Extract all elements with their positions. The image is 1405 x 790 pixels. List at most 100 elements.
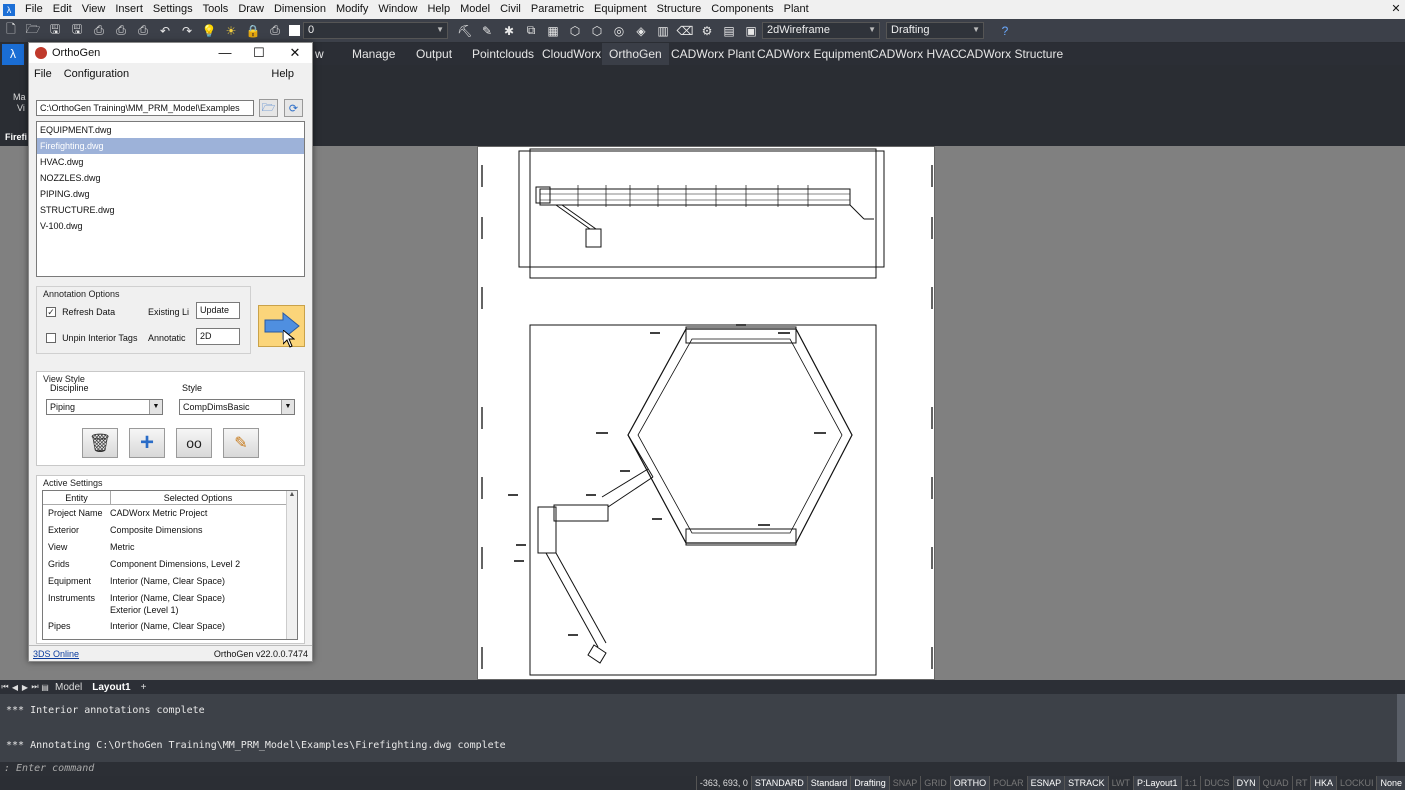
list-item[interactable]: HVAC.dwg — [37, 154, 304, 170]
tab-model[interactable]: Model — [50, 682, 87, 693]
menu-insert[interactable]: Insert — [110, 0, 148, 19]
window-close-icon[interactable]: ✕ — [1387, 0, 1405, 18]
folder-path-input[interactable]: C:\OrthoGen Training\MM_PRM_Model\Exampl… — [36, 100, 254, 116]
run-annotation-button[interactable] — [258, 305, 305, 347]
view-style-button[interactable]: oo — [176, 428, 212, 458]
status-none[interactable]: None — [1376, 776, 1405, 790]
status-ortho[interactable]: ORTHO — [949, 776, 990, 790]
unpin-interior-tags-checkbox[interactable]: Unpin Interior Tags — [46, 332, 137, 344]
status-esnap[interactable]: ESNAP — [1026, 776, 1065, 790]
add-style-button[interactable]: + — [129, 428, 165, 458]
match-properties-icon[interactable]: ⛏ — [456, 22, 474, 40]
menu-settings[interactable]: Settings — [148, 0, 198, 19]
menu-window[interactable]: Window — [373, 0, 422, 19]
command-scrollbar[interactable] — [1397, 694, 1405, 762]
menu-structure[interactable]: Structure — [652, 0, 707, 19]
discipline-select[interactable]: Piping ▼ — [46, 399, 163, 415]
tab-manage[interactable]: Manage — [345, 43, 402, 65]
tab-output[interactable]: Output — [409, 43, 459, 65]
status-rt[interactable]: RT — [1291, 776, 1311, 790]
list-item[interactable]: PIPING.dwg — [37, 186, 304, 202]
og-menu-configuration[interactable]: Configuration — [64, 68, 129, 80]
tab-cadworx-plant[interactable]: CADWorx Plant — [664, 43, 762, 65]
list-item[interactable]: V-100.dwg — [37, 218, 304, 234]
render-icon[interactable]: ◈ — [632, 22, 650, 40]
layer-bulb-icon[interactable]: 💡 — [200, 22, 218, 40]
layer-lock-icon[interactable]: 🔒 — [244, 22, 262, 40]
app-logo-icon[interactable]: λ — [3, 3, 15, 16]
save-icon[interactable]: 🖫 — [46, 22, 64, 40]
block-icon[interactable]: ▦ — [544, 22, 562, 40]
list-item-selected[interactable]: Firefighting.dwg — [37, 138, 304, 154]
list-item[interactable]: EQUIPMENT.dwg — [37, 122, 304, 138]
status-dim-style[interactable]: Standard — [806, 776, 851, 790]
scroll-up-icon[interactable]: ▲ — [287, 491, 297, 498]
checkbox-unchecked[interactable] — [46, 333, 56, 344]
menu-edit[interactable]: Edit — [48, 0, 77, 19]
status-polar[interactable]: POLAR — [989, 776, 1027, 790]
og-menu-help[interactable]: Help — [271, 68, 294, 80]
add-layout-button[interactable]: + — [136, 682, 152, 693]
menu-view[interactable]: View — [77, 0, 111, 19]
edit-style-button[interactable]: ✎ — [223, 428, 259, 458]
menu-modify[interactable]: Modify — [331, 0, 373, 19]
tab-orthogen[interactable]: OrthoGen — [602, 43, 669, 65]
menu-tools[interactable]: Tools — [198, 0, 234, 19]
visual-style-combo[interactable]: 2dWireframe ▼ — [762, 22, 880, 39]
menu-file[interactable]: File — [20, 0, 48, 19]
sheet-icon[interactable]: ▥ — [654, 22, 672, 40]
maximize-icon[interactable]: ☐ — [249, 45, 269, 61]
menu-parametric[interactable]: Parametric — [526, 0, 589, 19]
menu-draw[interactable]: Draw — [233, 0, 269, 19]
og-menu-file[interactable]: File — [34, 68, 52, 80]
browse-folder-icon[interactable]: 🗁 — [259, 99, 278, 117]
undo-icon[interactable]: ↶ — [156, 22, 174, 40]
status-workspace[interactable]: Drafting — [850, 776, 889, 790]
layer-print-icon[interactable]: ⎙ — [266, 22, 284, 40]
status-scale[interactable]: 1:1 — [1180, 776, 1201, 790]
measure-icon[interactable]: ✎ — [478, 22, 496, 40]
checkbox-checked[interactable]: ✓ — [46, 307, 56, 318]
menu-civil[interactable]: Civil — [495, 0, 526, 19]
prev-tab-icon[interactable]: ◀ — [10, 683, 20, 692]
workspace-combo[interactable]: Drafting ▼ — [886, 22, 984, 39]
menu-dimension[interactable]: Dimension — [269, 0, 331, 19]
shade-icon[interactable]: ◎ — [610, 22, 628, 40]
status-lockui[interactable]: LOCKUI — [1335, 776, 1377, 790]
cube-alt-icon[interactable]: ⬡ — [588, 22, 606, 40]
status-ducs[interactable]: DUCS — [1200, 776, 1233, 790]
publish-icon[interactable]: ⎙ — [134, 22, 152, 40]
tab-cadworx-equipment[interactable]: CADWorx Equipment — [750, 43, 878, 65]
open-file-icon[interactable]: 🗁 — [24, 22, 42, 40]
annotation-type-field[interactable]: 2D — [196, 328, 240, 345]
status-hka[interactable]: HKA — [1310, 776, 1336, 790]
tab-list-icon[interactable]: ▤ — [40, 683, 50, 692]
status-snap[interactable]: SNAP — [888, 776, 921, 790]
tab-cloudworx[interactable]: CloudWorx — [535, 43, 608, 65]
settings-scrollbar[interactable]: ▲ — [286, 491, 297, 639]
menu-help[interactable]: Help — [422, 0, 455, 19]
new-file-icon[interactable]: 🗋 — [2, 22, 20, 40]
tab-layout1[interactable]: Layout1 — [87, 682, 135, 693]
command-input[interactable]: : Enter command — [0, 762, 1405, 776]
minimize-icon[interactable]: — — [215, 45, 235, 60]
style-select[interactable]: CompDimsBasic ▼ — [179, 399, 295, 415]
group-icon[interactable]: ⧉ — [522, 22, 540, 40]
layer-sun-icon[interactable]: ☀ — [222, 22, 240, 40]
help-icon[interactable]: ? — [996, 22, 1014, 40]
tab-pointclouds[interactable]: Pointclouds — [465, 43, 541, 65]
ribbon-app-button[interactable]: λ — [2, 44, 24, 65]
last-tab-icon[interactable]: ⏭ — [30, 682, 40, 692]
status-grid[interactable]: GRID — [920, 776, 950, 790]
refresh-data-checkbox[interactable]: ✓ Refresh Data — [46, 306, 115, 318]
3ds-online-link[interactable]: 3DS Online — [33, 649, 79, 659]
menu-plant[interactable]: Plant — [779, 0, 814, 19]
existing-value-field[interactable]: Update — [196, 302, 240, 319]
next-tab-icon[interactable]: ▶ — [20, 683, 30, 692]
list-item[interactable]: NOZZLES.dwg — [37, 170, 304, 186]
eraser-icon[interactable]: ⌫ — [676, 22, 694, 40]
image-icon[interactable]: ▣ — [742, 22, 760, 40]
orthogen-titlebar[interactable]: OrthoGen — ☐ ✕ — [29, 43, 312, 63]
status-standard-style[interactable]: STANDARD — [750, 776, 807, 790]
menu-equipment[interactable]: Equipment — [589, 0, 652, 19]
